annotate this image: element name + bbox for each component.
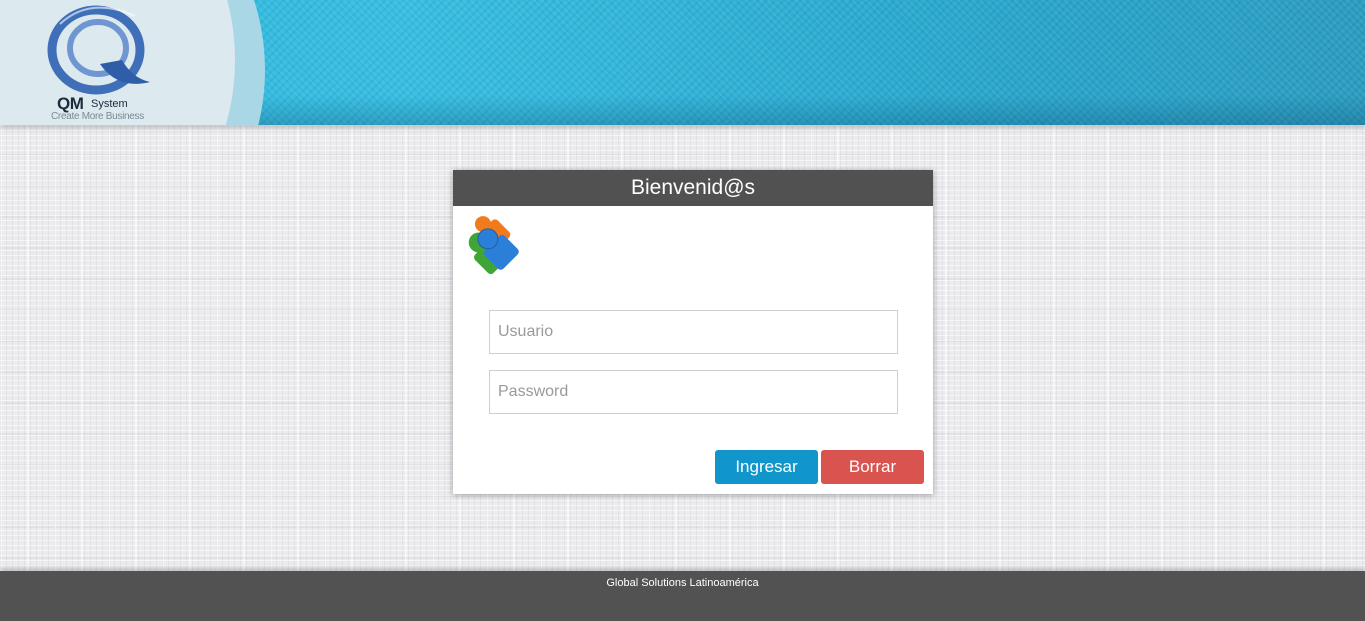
password-input[interactable]	[489, 370, 898, 414]
login-title: Bienvenid@s	[630, 176, 756, 199]
logo-tagline: Create More Business	[51, 111, 144, 122]
footer-text: Global Solutions Latinoamérica	[606, 577, 759, 589]
login-card-header: Bienvenid@s	[453, 170, 933, 206]
logo-brand-suffix: System	[91, 98, 128, 110]
clear-button[interactable]: Borrar	[821, 450, 924, 484]
login-button[interactable]: Ingresar	[715, 450, 818, 484]
username-input[interactable]	[489, 310, 898, 354]
login-card: Bienvenid@s Ingresar Borrar	[453, 170, 933, 494]
header-banner: QM System Create More Business	[0, 0, 1365, 125]
footer: Global Solutions Latinoamérica	[0, 571, 1365, 621]
users-icon	[468, 216, 519, 274]
